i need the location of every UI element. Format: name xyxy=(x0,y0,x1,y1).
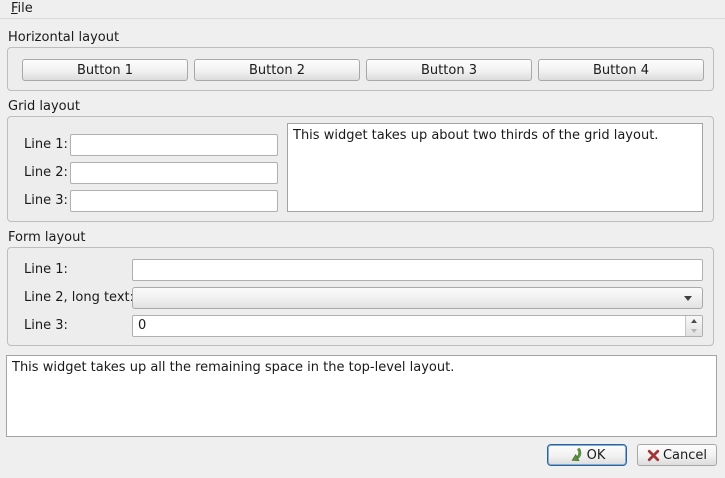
form-line2-label: Line 2, long text: xyxy=(24,290,134,305)
form-line2-combobox[interactable] xyxy=(132,287,703,309)
arrow-up-icon xyxy=(691,319,697,323)
menubar: File xyxy=(0,0,725,19)
ok-button-label: OK xyxy=(586,447,606,463)
grid-line1-label: Line 1: xyxy=(24,137,68,152)
button-3[interactable]: Button 3 xyxy=(366,59,532,81)
button-1[interactable]: Button 1 xyxy=(22,59,188,81)
button-2[interactable]: Button 2 xyxy=(194,59,360,81)
grid-line2-label: Line 2: xyxy=(24,165,68,180)
dialog-window: File Horizontal layout Button 1 Button 2… xyxy=(0,0,725,478)
cancel-x-icon xyxy=(647,449,660,462)
button-4[interactable]: Button 4 xyxy=(538,59,704,81)
form-line3-label: Line 3: xyxy=(24,318,68,333)
cancel-button-label: Cancel xyxy=(662,447,708,463)
bottom-textedit[interactable]: This widget takes up all the remaining s… xyxy=(6,355,717,437)
grid-textedit[interactable]: This widget takes up about two thirds of… xyxy=(287,123,703,212)
spinbox-value: 0 xyxy=(138,318,147,333)
arrow-down-icon xyxy=(691,329,697,333)
group-title-form-layout: Form layout xyxy=(8,230,86,245)
grid-line1-input[interactable] xyxy=(70,134,278,156)
ok-return-arrow-icon xyxy=(569,447,584,463)
group-title-horizontal-layout: Horizontal layout xyxy=(8,30,120,45)
grid-line2-input[interactable] xyxy=(70,162,278,184)
menu-file-rest: ile xyxy=(17,1,33,16)
cancel-button[interactable]: Cancel xyxy=(637,444,717,466)
spin-down-button[interactable] xyxy=(686,326,702,336)
group-title-grid-layout: Grid layout xyxy=(8,99,80,114)
grid-line3-input[interactable] xyxy=(70,190,278,212)
ok-button[interactable]: OK xyxy=(547,444,627,466)
spin-up-button[interactable] xyxy=(686,316,702,326)
form-line3-spinbox[interactable]: 0 xyxy=(132,315,703,337)
form-line1-label: Line 1: xyxy=(24,262,68,277)
form-line1-input[interactable] xyxy=(132,259,703,281)
grid-line3-label: Line 3: xyxy=(24,193,68,208)
spinbox-buttons xyxy=(685,316,702,336)
chevron-down-icon xyxy=(684,296,692,301)
menu-item-file[interactable]: File xyxy=(4,0,40,18)
